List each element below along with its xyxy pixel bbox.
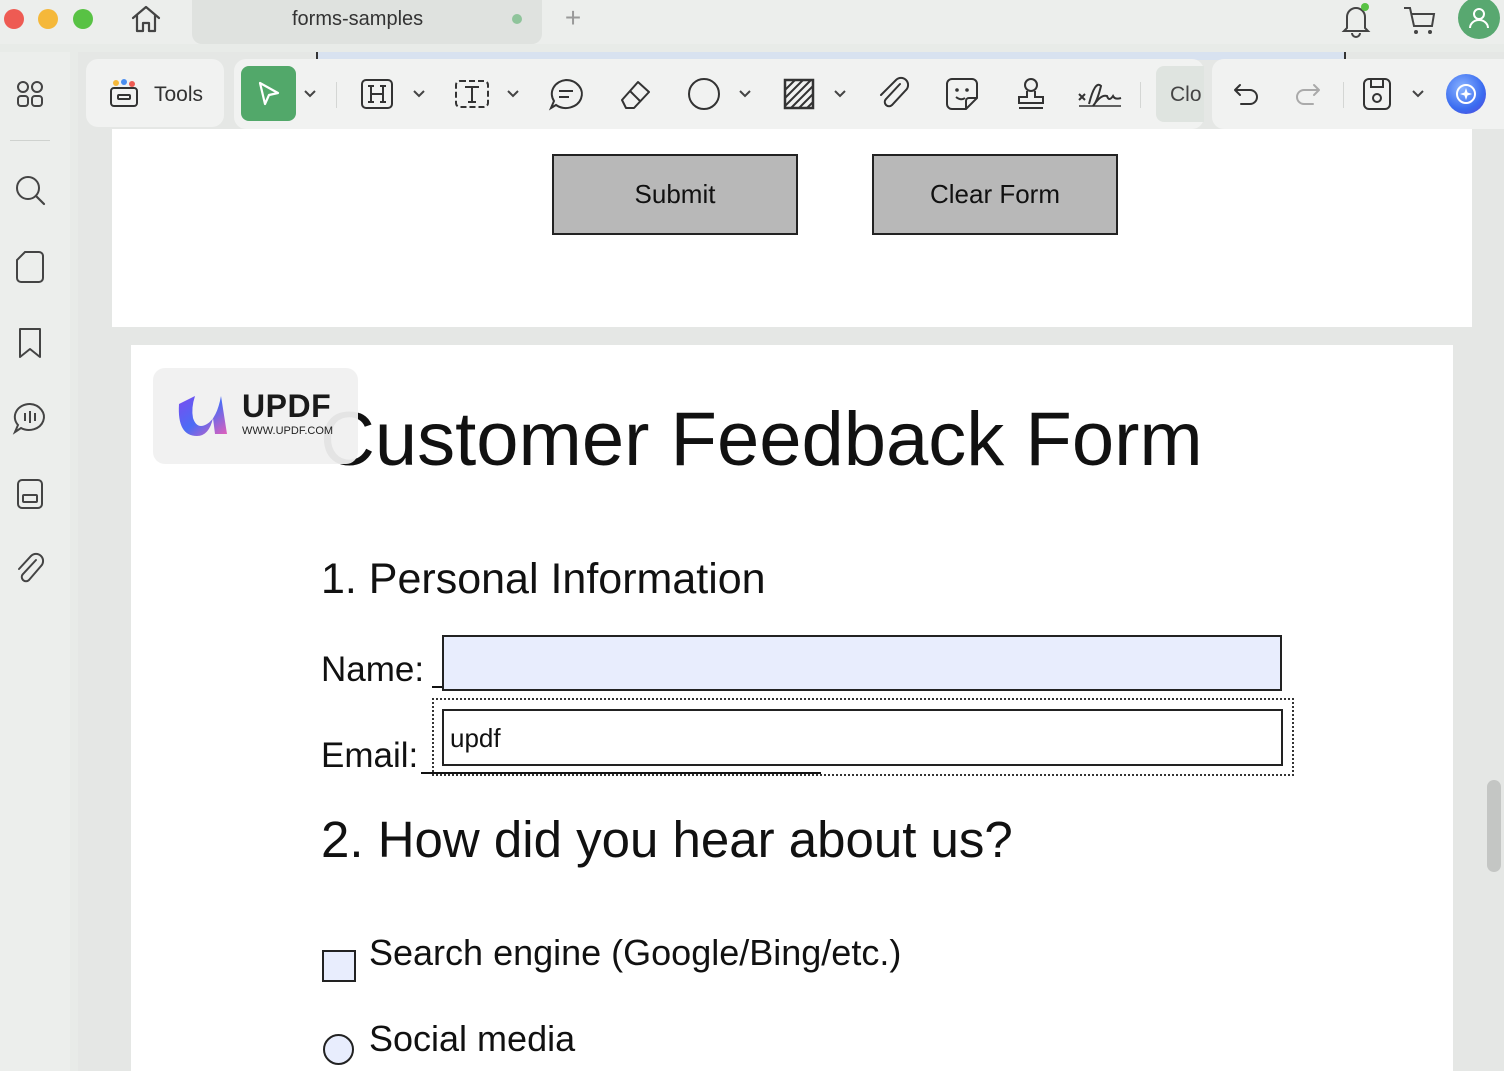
left-sidebar [0, 52, 70, 1071]
highlight-icon[interactable] [358, 74, 396, 114]
text-box-icon[interactable] [452, 74, 492, 114]
chevron-down-icon[interactable] [506, 87, 520, 101]
chevron-down-icon[interactable] [833, 87, 847, 101]
chevron-down-icon[interactable] [412, 87, 426, 101]
page-icon[interactable] [10, 247, 50, 287]
search-icon[interactable] [10, 170, 50, 210]
home-icon[interactable] [128, 2, 164, 36]
redo-icon[interactable] [1290, 76, 1326, 112]
cart-icon[interactable] [1400, 0, 1438, 38]
user-avatar-icon[interactable] [1458, 0, 1500, 39]
title-bar: forms-samples + [0, 0, 1504, 44]
bookmark-icon[interactable] [10, 323, 50, 363]
sticker-icon[interactable] [942, 74, 982, 114]
name-label: Name: [321, 650, 425, 689]
unsaved-dot-icon [512, 14, 522, 24]
stamp-icon[interactable] [1010, 74, 1052, 114]
signature-icon[interactable] [1076, 74, 1124, 114]
form-title: Customer Feedback Form [320, 397, 1203, 482]
section-heading-referral: 2. How did you hear about us? [321, 811, 1013, 868]
notification-bell-icon[interactable] [1338, 0, 1374, 38]
close-window-button[interactable] [4, 9, 24, 29]
vertical-scrollbar[interactable] [1487, 780, 1501, 872]
tools-label: Tools [154, 83, 204, 106]
chevron-down-icon[interactable] [1411, 87, 1425, 101]
tools-button[interactable]: Tools [86, 59, 224, 127]
form-fields-icon[interactable] [10, 474, 50, 514]
pdf-page-previous: Submit Clear Form [112, 129, 1472, 327]
updf-watermark: UPDF WWW.UPDF.COM [153, 368, 358, 464]
name-field[interactable] [442, 635, 1282, 691]
submit-button[interactable]: Submit [552, 154, 798, 235]
section-heading-personal: 1. Personal Information [321, 555, 766, 603]
undo-icon[interactable] [1228, 76, 1264, 112]
document-tab[interactable]: forms-samples [192, 0, 542, 44]
comment-icon[interactable] [10, 398, 50, 438]
search-engine-checkbox[interactable] [322, 950, 356, 982]
chevron-down-icon[interactable] [303, 87, 317, 101]
email-label: Email: [321, 736, 419, 775]
updf-logo-icon [178, 396, 227, 436]
minimize-window-button[interactable] [38, 9, 58, 29]
social-media-radio[interactable] [323, 1034, 354, 1065]
search-engine-label: Search engine (Google/Bing/etc.) [369, 932, 902, 973]
watermark-url: WWW.UPDF.COM [242, 425, 334, 437]
ai-assistant-icon[interactable] [1446, 74, 1486, 114]
note-comment-icon[interactable] [546, 74, 586, 114]
watermark-brand: UPDF [242, 388, 332, 424]
new-tab-button[interactable]: + [560, 4, 586, 32]
social-media-label: Social media [369, 1018, 576, 1059]
rail-divider [10, 140, 50, 141]
save-icon[interactable] [1358, 74, 1396, 114]
tab-title: forms-samples [292, 8, 424, 30]
chevron-down-icon[interactable] [738, 87, 752, 101]
thumbnails-icon[interactable] [10, 74, 50, 114]
toolbar-divider [1140, 82, 1141, 108]
close-tool-label: Clo [1170, 83, 1202, 106]
email-field[interactable]: updf [442, 709, 1283, 766]
toolbar-divider [336, 82, 337, 108]
attachment-icon[interactable] [10, 549, 50, 589]
clear-form-button[interactable]: Clear Form [872, 154, 1118, 235]
select-tool-button[interactable] [241, 66, 296, 121]
attach-file-icon[interactable] [874, 74, 914, 114]
maximize-window-button[interactable] [73, 9, 93, 29]
close-tool-button[interactable]: Clo [1156, 66, 1204, 122]
eraser-icon[interactable] [614, 74, 656, 114]
toolbar-divider [1343, 82, 1344, 108]
area-highlight-icon[interactable] [778, 74, 820, 114]
shape-circle-icon[interactable] [684, 74, 724, 114]
